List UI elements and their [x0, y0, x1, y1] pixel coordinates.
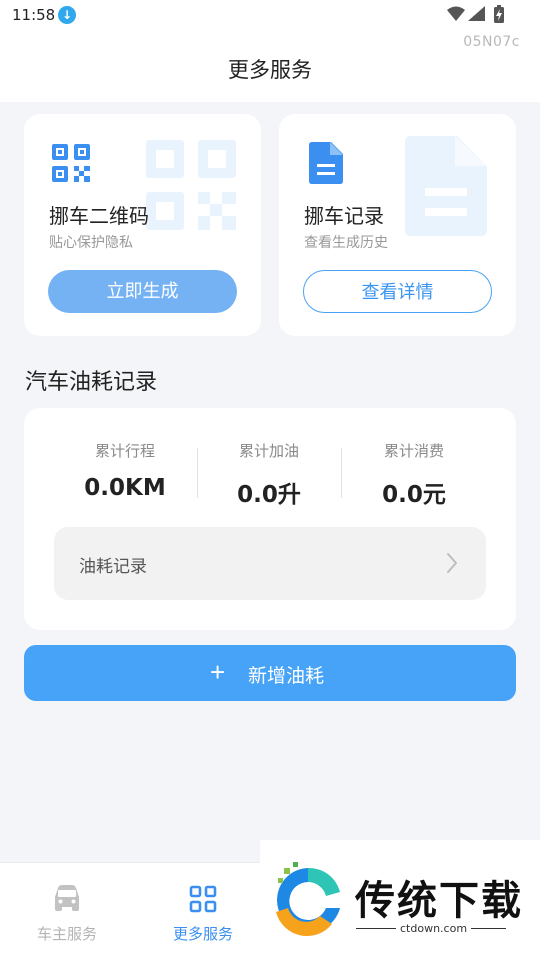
qr-card-subtitle: 贴心保护隐私: [49, 235, 133, 251]
qr-card-title: 挪车二维码: [49, 204, 149, 228]
stat-value: 0.0升: [237, 482, 301, 508]
signal-icon: [468, 6, 485, 21]
watermark-url: ctdown.com: [396, 922, 472, 935]
watermark-logo-icon: [276, 862, 340, 937]
plus-icon: +: [210, 657, 226, 687]
wifi-icon: [447, 6, 465, 21]
add-fuel-label: 新增油耗: [248, 666, 325, 687]
view-details-button[interactable]: 查看详情: [303, 270, 492, 313]
fuel-section-title: 汽车油耗记录: [25, 370, 158, 395]
records-card-subtitle: 查看生成历史: [304, 235, 388, 251]
stat-value: 0.0KM: [84, 475, 166, 501]
chevron-right-icon: [447, 553, 457, 573]
stat-divider: [197, 448, 198, 498]
nav-label: 车主服务: [36, 925, 97, 943]
document-watermark-icon: [405, 136, 487, 236]
records-card-title: 挪车记录: [304, 204, 384, 228]
stat-label: 累计行程: [94, 442, 155, 460]
qr-code-card[interactable]: 挪车二维码 贴心保护隐私 立即生成: [24, 114, 261, 336]
move-car-records-card[interactable]: 挪车记录 查看生成历史 查看详情: [279, 114, 516, 336]
device-id: 05N07c: [463, 34, 520, 50]
document-icon: [309, 142, 343, 184]
stat-label: 累计加油: [238, 442, 299, 460]
page-title: 更多服务: [228, 58, 312, 82]
nav-item-owner-services[interactable]: 车主服务: [12, 885, 122, 944]
nav-item-more-services[interactable]: 更多服务: [148, 885, 258, 944]
nav-label: 更多服务: [172, 925, 233, 943]
generate-qr-button[interactable]: 立即生成: [48, 270, 237, 313]
stat-total-spend: 累计消费 0.0元: [344, 440, 484, 509]
download-icon: ↓: [58, 6, 76, 24]
watermark: 传统下载 ctdown.com: [260, 840, 540, 960]
qr-code-watermark-icon: [146, 140, 236, 230]
battery-charging-icon: [494, 5, 504, 23]
grid-icon: [189, 885, 217, 913]
stat-value: 0.0元: [382, 482, 446, 508]
watermark-text: 传统下载: [355, 878, 523, 924]
fuel-records-row[interactable]: 油耗记录: [54, 527, 486, 600]
status-bar: 11:58 ↓: [0, 0, 540, 34]
car-icon: [55, 885, 79, 911]
header: 更多服务: [0, 34, 540, 102]
status-time: 11:58: [12, 6, 56, 24]
stat-total-mileage: 累计行程 0.0KM: [55, 440, 195, 501]
fuel-records-label: 油耗记录: [79, 557, 147, 577]
stat-divider: [341, 448, 342, 498]
stat-label: 累计消费: [383, 442, 444, 460]
qr-code-icon: [52, 144, 90, 182]
stat-total-refuel: 累计加油 0.0升: [199, 440, 339, 509]
add-fuel-button[interactable]: + 新增油耗: [24, 645, 516, 701]
fuel-stats-card: 累计行程 0.0KM 累计加油 0.0升 累计消费 0.0元 油耗记录: [24, 408, 516, 630]
